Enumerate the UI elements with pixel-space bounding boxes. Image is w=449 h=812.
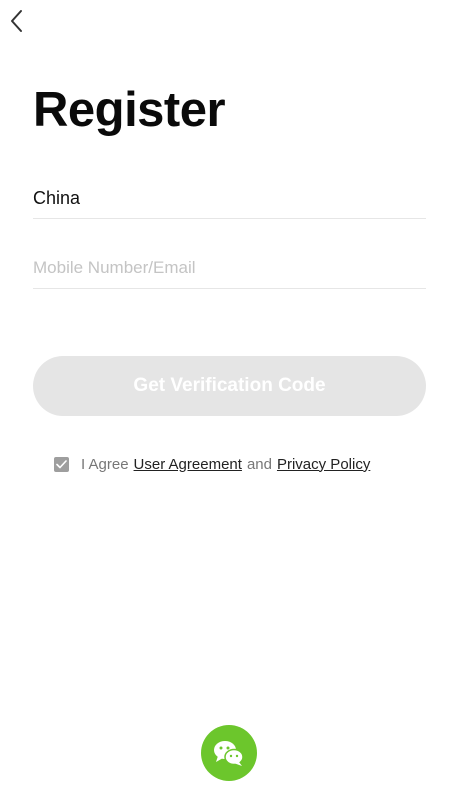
back-button[interactable]: [4, 6, 30, 36]
agree-label: I Agree: [81, 455, 129, 473]
and-label: and: [246, 455, 272, 473]
user-agreement-link[interactable]: User Agreement: [134, 456, 242, 473]
account-input[interactable]: [33, 258, 426, 278]
wechat-login-button[interactable]: [201, 725, 257, 781]
get-verification-code-button[interactable]: Get Verification Code: [33, 356, 426, 416]
privacy-policy-link[interactable]: Privacy Policy: [277, 456, 370, 473]
checkmark-icon: [56, 459, 67, 468]
country-selector[interactable]: China: [33, 178, 426, 219]
chevron-left-icon: [11, 10, 22, 32]
account-field-container: [33, 248, 426, 289]
agreement-checkbox[interactable]: [54, 456, 69, 472]
country-value: China: [33, 187, 81, 208]
wechat-icon: [214, 741, 244, 766]
agreement-row: I Agree User Agreement and Privacy Polic…: [54, 453, 370, 475]
page-title: Register: [33, 83, 226, 137]
